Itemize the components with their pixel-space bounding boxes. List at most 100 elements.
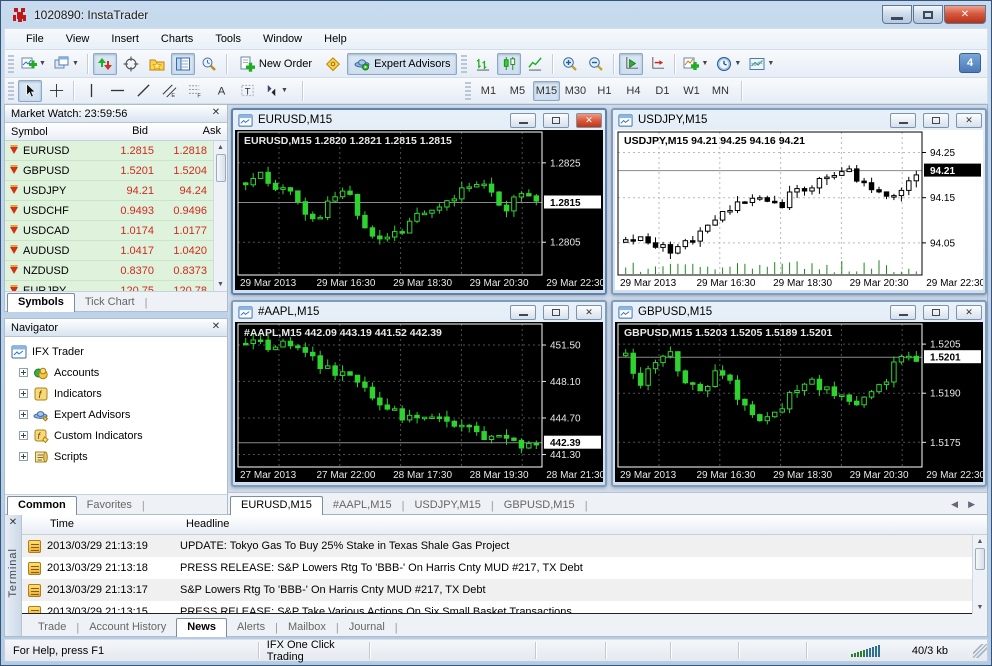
- chart-restore-button[interactable]: [923, 304, 949, 320]
- column-ask[interactable]: Ask: [154, 123, 227, 140]
- menu-window[interactable]: Window: [252, 30, 313, 48]
- crosshair-button[interactable]: [119, 53, 143, 75]
- tabs-scroll-right-icon[interactable]: ▶: [968, 499, 975, 510]
- periods-button[interactable]: ▼: [713, 53, 744, 75]
- tree-item-accounts[interactable]: Accounts: [11, 362, 227, 383]
- timeframe-mn[interactable]: MN: [707, 81, 734, 101]
- timeframe-m5[interactable]: M5: [504, 81, 531, 101]
- column-symbol[interactable]: Symbol: [5, 123, 97, 140]
- cursor-tool-button[interactable]: [18, 79, 42, 102]
- timeframe-h1[interactable]: H1: [591, 81, 618, 101]
- terminal-close-icon[interactable]: ✕: [9, 515, 17, 534]
- chart-minimize-button[interactable]: [510, 112, 536, 128]
- tab-account-history[interactable]: Account History: [79, 619, 176, 636]
- maximize-button[interactable]: [913, 5, 943, 24]
- line-chart-type-button[interactable]: [523, 53, 547, 75]
- market-watch-scrollbar[interactable]: ▲ ▼: [213, 141, 227, 291]
- symbol-row[interactable]: EURJPY 120.75 120.78: [5, 281, 213, 291]
- expand-icon[interactable]: [19, 389, 28, 398]
- chart-tab-aapl[interactable]: #AAPL,M15: [323, 497, 402, 514]
- expand-icon[interactable]: [19, 431, 28, 440]
- vertical-line-tool[interactable]: [79, 80, 103, 102]
- menu-help[interactable]: Help: [313, 30, 358, 48]
- title-bar[interactable]: 1020890: InstaTrader ✕: [4, 1, 988, 28]
- symbol-row[interactable]: USDJPY 94.21 94.24: [5, 181, 213, 201]
- chart-window-titlebar[interactable]: EURUSD,M15 ✕: [233, 110, 605, 130]
- expand-icon[interactable]: [19, 452, 28, 461]
- text-tool[interactable]: A: [209, 80, 233, 102]
- menu-file[interactable]: File: [15, 30, 55, 48]
- menu-view[interactable]: View: [55, 30, 101, 48]
- symbol-row[interactable]: AUDUSD 1.0417 1.0420: [5, 241, 213, 261]
- navigator-close-icon[interactable]: ✕: [209, 321, 223, 334]
- profiles-button[interactable]: ▼: [51, 53, 82, 75]
- equidistant-channel-tool[interactable]: E: [157, 80, 181, 102]
- tab-journal[interactable]: Journal: [339, 619, 395, 636]
- expand-icon[interactable]: [19, 410, 28, 419]
- news-row[interactable]: 2013/03/29 21:13:19 UPDATE: Tokyo Gas To …: [22, 535, 972, 557]
- market-watch-close-icon[interactable]: ✕: [209, 107, 223, 120]
- chart-close-button[interactable]: ✕: [956, 304, 982, 320]
- scroll-up-icon[interactable]: ▲: [974, 535, 986, 548]
- column-bid[interactable]: Bid: [97, 123, 154, 140]
- navigator-titlebar[interactable]: Navigator ✕: [5, 319, 227, 337]
- minimize-button[interactable]: [882, 5, 912, 24]
- column-headline[interactable]: Headline: [180, 515, 987, 534]
- timeframe-m30[interactable]: M30: [562, 81, 589, 101]
- chart-close-button[interactable]: ✕: [576, 304, 602, 320]
- chart-restore-button[interactable]: [923, 112, 949, 128]
- auto-scroll-toggle[interactable]: [619, 52, 644, 75]
- text-label-tool[interactable]: T: [235, 80, 259, 102]
- chart-tab-eurusd[interactable]: EURUSD,M15: [230, 496, 323, 515]
- fibonacci-tool[interactable]: F: [183, 80, 207, 102]
- menu-charts[interactable]: Charts: [150, 30, 204, 48]
- column-time[interactable]: Time: [22, 515, 180, 534]
- scroll-thumb[interactable]: [975, 548, 985, 570]
- tab-alerts[interactable]: Alerts: [227, 619, 275, 636]
- toolbar-grip[interactable]: [461, 54, 468, 73]
- menu-tools[interactable]: Tools: [204, 30, 252, 48]
- tab-trade[interactable]: Trade: [28, 619, 76, 636]
- expert-advisors-button[interactable]: Expert Advisors: [347, 52, 458, 75]
- chart-tab-gbpusd[interactable]: GBPUSD,M15: [494, 497, 585, 514]
- chart-restore-button[interactable]: [543, 304, 569, 320]
- toolbar-grip[interactable]: [8, 54, 14, 73]
- alert-icon-button[interactable]: [321, 53, 345, 75]
- resize-grip[interactable]: [973, 643, 987, 658]
- tab-common[interactable]: Common: [7, 496, 77, 515]
- news-row[interactable]: 2013/03/29 21:13:17 S&P Lowers Rtg To 'BB…: [22, 579, 972, 601]
- chart-canvas-gbpusd[interactable]: 1.5205 1.5190 1.5175 1.5201 29 Mar 2013 29 Ma…: [615, 322, 983, 482]
- scroll-down-icon[interactable]: ▼: [215, 278, 227, 291]
- chart-canvas-usdjpy[interactable]: 94.25 94.15 94.05 94.21 29 Mar 2013 29 Mar 16…: [615, 130, 983, 290]
- tree-item-expert-advisors[interactable]: Expert Advisors: [11, 404, 227, 425]
- horizontal-line-tool[interactable]: [105, 80, 129, 102]
- chart-tab-usdjpy[interactable]: USDJPY,M15: [404, 497, 490, 514]
- market-watch-titlebar[interactable]: Market Watch: 23:59:56 ✕: [5, 105, 227, 123]
- scroll-down-icon[interactable]: ▼: [974, 601, 986, 614]
- chart-window-aapl[interactable]: #AAPL,M15 ✕ 451.50 448.10 444.70 441.30 442.…: [231, 300, 607, 487]
- chart-window-gbpusd[interactable]: GBPUSD,M15 ✕ 1.5205 1.5190 1.5175 1.5201 29 …: [611, 300, 987, 487]
- chart-close-button[interactable]: ✕: [956, 112, 982, 128]
- chart-close-button[interactable]: ✕: [576, 112, 602, 128]
- chart-shift-toggle[interactable]: [645, 53, 669, 75]
- chart-canvas-eurusd[interactable]: 1.2825 1.2805 1.2815 29 Mar 2013 29 Mar 16:3…: [235, 130, 603, 290]
- news-row[interactable]: 2013/03/29 21:13:18 PRESS RELEASE: S&P Lo…: [22, 557, 972, 579]
- tree-root[interactable]: IFX Trader: [11, 341, 227, 362]
- tick-chart-toggle[interactable]: [92, 52, 117, 75]
- chart-window-usdjpy[interactable]: USDJPY,M15 ✕ 94.25 94.15 94.05 94.21 29 Mar …: [611, 108, 987, 295]
- tab-tick-chart[interactable]: Tick Chart: [75, 294, 145, 311]
- tab-news[interactable]: News: [176, 618, 227, 637]
- new-order-button[interactable]: New Order: [232, 53, 319, 75]
- status-one-click-trading[interactable]: IFX One Click Trading: [259, 639, 370, 663]
- strategy-tester-button[interactable]: [197, 53, 221, 75]
- chart-window-titlebar[interactable]: USDJPY,M15 ✕: [613, 110, 985, 130]
- indicators-button[interactable]: ▼: [680, 53, 711, 75]
- toolbar-grip[interactable]: [464, 81, 471, 100]
- zoom-in-button[interactable]: [558, 53, 582, 75]
- favorites-button[interactable]: [145, 53, 169, 75]
- tree-item-custom-indicators[interactable]: f Custom Indicators: [11, 425, 227, 446]
- chart-canvas-aapl[interactable]: 451.50 448.10 444.70 441.30442.39 27 Mar 201…: [235, 322, 603, 482]
- symbol-row[interactable]: EURUSD 1.2815 1.2818: [5, 141, 213, 161]
- timeframe-d1[interactable]: D1: [649, 81, 676, 101]
- timeframe-m1[interactable]: M1: [475, 81, 502, 101]
